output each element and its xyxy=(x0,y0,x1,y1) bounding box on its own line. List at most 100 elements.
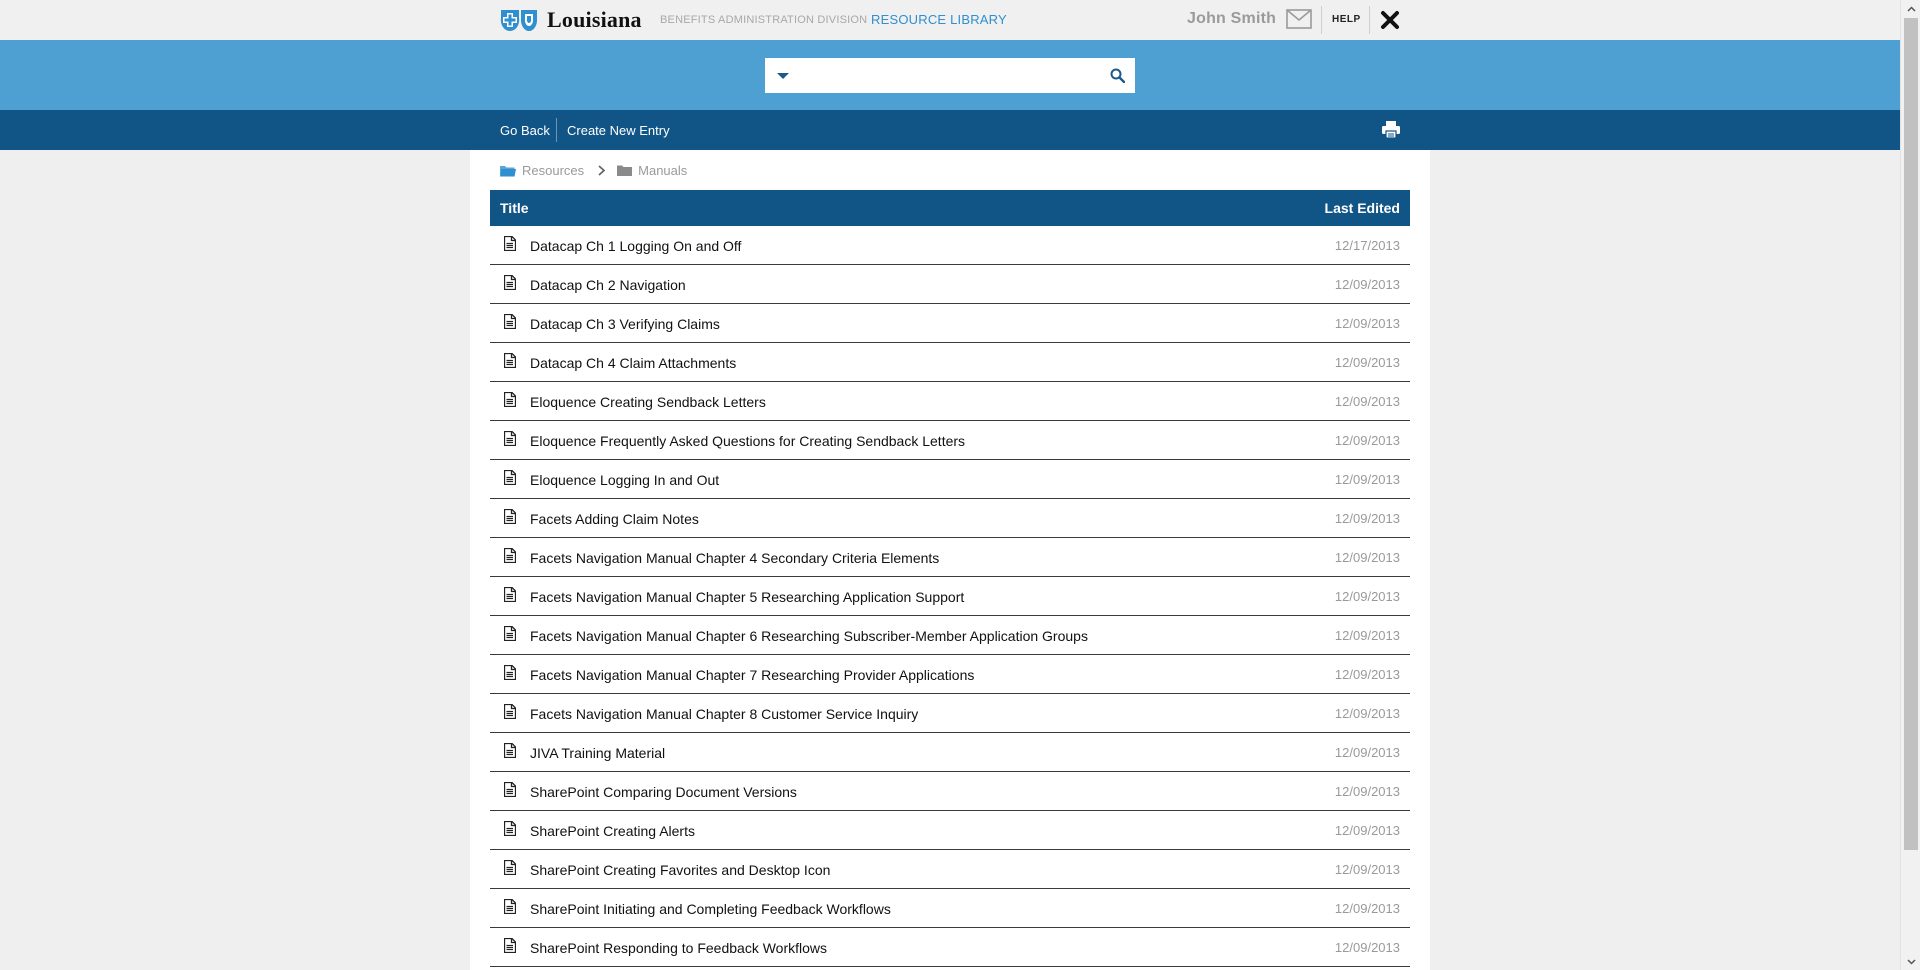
breadcrumb: Resources Manuals xyxy=(500,161,687,179)
divider xyxy=(556,118,557,142)
row-last-edited: 12/09/2013 xyxy=(1334,589,1400,604)
table-row[interactable]: Datacap Ch 4 Claim Attachments 12/09/2013 xyxy=(490,343,1410,382)
divider xyxy=(1369,6,1370,34)
document-icon xyxy=(503,742,517,763)
search-scope-dropdown-icon[interactable] xyxy=(777,73,789,79)
row-last-edited: 12/09/2013 xyxy=(1334,940,1400,955)
document-icon xyxy=(503,430,517,451)
row-title[interactable]: SharePoint Comparing Document Versions xyxy=(530,784,797,800)
document-icon xyxy=(503,235,517,256)
brand-logo[interactable]: Louisiana xyxy=(499,7,642,33)
row-title[interactable]: Datacap Ch 1 Logging On and Off xyxy=(530,238,741,254)
row-title[interactable]: Facets Adding Claim Notes xyxy=(530,511,699,527)
page: Louisiana BENEFITS ADMINISTRATION DIVISI… xyxy=(0,0,1920,970)
row-last-edited: 12/09/2013 xyxy=(1334,862,1400,877)
search-icon[interactable] xyxy=(1110,68,1125,83)
document-icon xyxy=(503,781,517,802)
column-header-title[interactable]: Title xyxy=(500,200,529,216)
table-row[interactable]: SharePoint Creating Favorites and Deskto… xyxy=(490,850,1410,889)
search-band xyxy=(0,40,1900,110)
table-body: Datacap Ch 1 Logging On and Off 12/17/201… xyxy=(490,226,1410,967)
row-title[interactable]: Datacap Ch 3 Verifying Claims xyxy=(530,316,720,332)
row-title[interactable]: Facets Navigation Manual Chapter 6 Resea… xyxy=(530,628,1088,644)
document-icon xyxy=(503,274,517,295)
table-header: Title Last Edited xyxy=(490,190,1410,226)
table-row[interactable]: Datacap Ch 3 Verifying Claims 12/09/2013 xyxy=(490,304,1410,343)
table-row[interactable]: Facets Navigation Manual Chapter 4 Secon… xyxy=(490,538,1410,577)
resource-library-link[interactable]: RESOURCE LIBRARY xyxy=(871,12,1007,27)
document-icon xyxy=(503,625,517,646)
user-name[interactable]: John Smith xyxy=(1187,10,1276,28)
document-icon xyxy=(503,352,517,373)
table-row[interactable]: Facets Navigation Manual Chapter 6 Resea… xyxy=(490,616,1410,655)
table-row[interactable]: Facets Navigation Manual Chapter 5 Resea… xyxy=(490,577,1410,616)
row-title[interactable]: SharePoint Creating Alerts xyxy=(530,823,695,839)
table-row[interactable]: Facets Adding Claim Notes 12/09/2013 xyxy=(490,499,1410,538)
table-row[interactable]: Datacap Ch 1 Logging On and Off 12/17/201… xyxy=(490,226,1410,265)
document-icon xyxy=(503,547,517,568)
folder-open-icon xyxy=(500,165,516,176)
row-last-edited: 12/09/2013 xyxy=(1334,901,1400,916)
breadcrumb-resources[interactable]: Resources xyxy=(500,163,584,178)
mail-icon[interactable] xyxy=(1286,9,1312,29)
manuals-table: Title Last Edited Datacap Ch 1 Logging O… xyxy=(490,190,1410,967)
folder-icon xyxy=(617,165,633,176)
table-row[interactable]: SharePoint Initiating and Completing Fee… xyxy=(490,889,1410,928)
scroll-down-arrow-icon[interactable] xyxy=(1901,953,1920,970)
breadcrumb-manuals-label: Manuals xyxy=(638,162,688,178)
document-icon xyxy=(503,391,517,412)
row-title[interactable]: Facets Navigation Manual Chapter 4 Secon… xyxy=(530,550,939,566)
row-title[interactable]: SharePoint Creating Favorites and Deskto… xyxy=(530,862,830,878)
row-last-edited: 12/17/2013 xyxy=(1334,238,1400,253)
document-icon xyxy=(503,313,517,334)
table-row[interactable]: Facets Navigation Manual Chapter 7 Resea… xyxy=(490,655,1410,694)
row-title[interactable]: Datacap Ch 2 Navigation xyxy=(530,277,686,293)
document-icon xyxy=(503,820,517,841)
go-back-button[interactable]: Go Back xyxy=(500,123,550,138)
row-last-edited: 12/09/2013 xyxy=(1334,628,1400,643)
row-title[interactable]: JIVA Training Material xyxy=(530,745,665,761)
create-new-entry-button[interactable]: Create New Entry xyxy=(567,123,670,138)
scroll-up-arrow-icon[interactable] xyxy=(1901,0,1920,17)
divider xyxy=(1321,6,1322,34)
division-label: BENEFITS ADMINISTRATION DIVISION xyxy=(660,14,868,26)
row-title[interactable]: Facets Navigation Manual Chapter 5 Resea… xyxy=(530,589,964,605)
row-title[interactable]: Eloquence Logging In and Out xyxy=(530,472,719,488)
action-bar: Go Back Create New Entry xyxy=(0,110,1900,150)
top-bar: Louisiana BENEFITS ADMINISTRATION DIVISI… xyxy=(0,0,1900,40)
column-header-last-edited[interactable]: Last Edited xyxy=(1325,200,1400,216)
table-row[interactable]: Eloquence Creating Sendback Letters 12/09… xyxy=(490,382,1410,421)
row-title[interactable]: Facets Navigation Manual Chapter 7 Resea… xyxy=(530,667,974,683)
table-row[interactable]: Eloquence Logging In and Out 12/09/2013 xyxy=(490,460,1410,499)
scrollbar-thumb[interactable] xyxy=(1904,18,1918,850)
help-link[interactable]: HELP xyxy=(1332,14,1361,25)
row-title[interactable]: Eloquence Frequently Asked Questions for… xyxy=(530,433,965,449)
row-title[interactable]: Eloquence Creating Sendback Letters xyxy=(530,394,766,410)
table-row[interactable]: SharePoint Comparing Document Versions 12… xyxy=(490,772,1410,811)
close-icon[interactable] xyxy=(1380,10,1400,30)
row-title[interactable]: Datacap Ch 4 Claim Attachments xyxy=(530,355,736,371)
row-title[interactable]: SharePoint Initiating and Completing Fee… xyxy=(530,901,891,917)
document-icon xyxy=(503,937,517,958)
chevron-right-icon xyxy=(598,164,606,176)
page-scrollbar[interactable] xyxy=(1900,0,1920,970)
document-icon xyxy=(503,469,517,490)
table-row[interactable]: SharePoint Creating Alerts 12/09/2013 xyxy=(490,811,1410,850)
search-input[interactable] xyxy=(797,63,1097,88)
breadcrumb-manuals[interactable]: Manuals xyxy=(617,163,687,178)
row-last-edited: 12/09/2013 xyxy=(1334,745,1400,760)
table-row[interactable]: Facets Navigation Manual Chapter 8 Custo… xyxy=(490,694,1410,733)
row-last-edited: 12/09/2013 xyxy=(1334,784,1400,799)
document-icon xyxy=(503,664,517,685)
row-last-edited: 12/09/2013 xyxy=(1334,550,1400,565)
row-last-edited: 12/09/2013 xyxy=(1334,394,1400,409)
table-row[interactable]: Eloquence Frequently Asked Questions for… xyxy=(490,421,1410,460)
document-icon xyxy=(503,898,517,919)
row-title[interactable]: Facets Navigation Manual Chapter 8 Custo… xyxy=(530,706,918,722)
search-box xyxy=(765,58,1135,93)
table-row[interactable]: Datacap Ch 2 Navigation 12/09/2013 xyxy=(490,265,1410,304)
table-row[interactable]: JIVA Training Material 12/09/2013 xyxy=(490,733,1410,772)
table-row[interactable]: SharePoint Responding to Feedback Workfl… xyxy=(490,928,1410,967)
print-icon[interactable] xyxy=(1381,120,1401,139)
row-title[interactable]: SharePoint Responding to Feedback Workfl… xyxy=(530,940,827,956)
